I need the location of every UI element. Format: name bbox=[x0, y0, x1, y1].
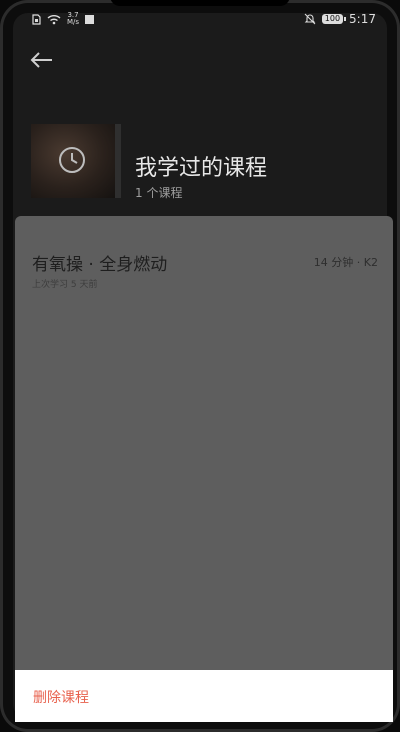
delete-course-button[interactable]: 删除课程 bbox=[33, 687, 89, 707]
course-title: 有氧操 · 全身燃动 bbox=[32, 255, 168, 275]
notification-icon bbox=[85, 14, 95, 24]
dim-overlay[interactable]: 有氧操 · 全身燃动 14 分钟 · K2 上次学习 5 天前 bbox=[15, 216, 393, 670]
battery-indicator: 100 bbox=[321, 14, 347, 24]
phone-frame: 3.7 M/s 100 5:17 我学过的课程 1 个课程 有氧操 · 全身燃动… bbox=[0, 0, 400, 732]
sim-card-icon bbox=[32, 13, 41, 25]
course-list-item[interactable]: 有氧操 · 全身燃动 14 分钟 · K2 上次学习 5 天前 bbox=[15, 216, 393, 296]
camera-notch bbox=[110, 0, 290, 6]
page-title: 我学过的课程 bbox=[135, 156, 268, 181]
status-left: 3.7 M/s bbox=[32, 12, 95, 26]
mute-bell-icon bbox=[304, 13, 316, 25]
status-time: 5:17 bbox=[349, 12, 376, 26]
wifi-icon bbox=[47, 14, 61, 24]
status-right: 100 5:17 bbox=[304, 12, 376, 26]
network-speed: 3.7 M/s bbox=[67, 12, 79, 26]
course-meta: 14 分钟 · K2 bbox=[313, 256, 378, 269]
course-last-studied: 上次学习 5 天前 bbox=[32, 280, 98, 290]
status-bar: 3.7 M/s 100 5:17 bbox=[32, 12, 376, 28]
speed-unit: M/s bbox=[67, 18, 80, 26]
course-list-cover bbox=[31, 124, 121, 198]
back-button[interactable] bbox=[26, 47, 58, 73]
arrow-left-icon bbox=[30, 52, 52, 68]
clock-icon bbox=[59, 147, 85, 173]
action-sheet: 删除课程 bbox=[15, 670, 393, 722]
course-count: 1 个课程 bbox=[135, 186, 183, 200]
